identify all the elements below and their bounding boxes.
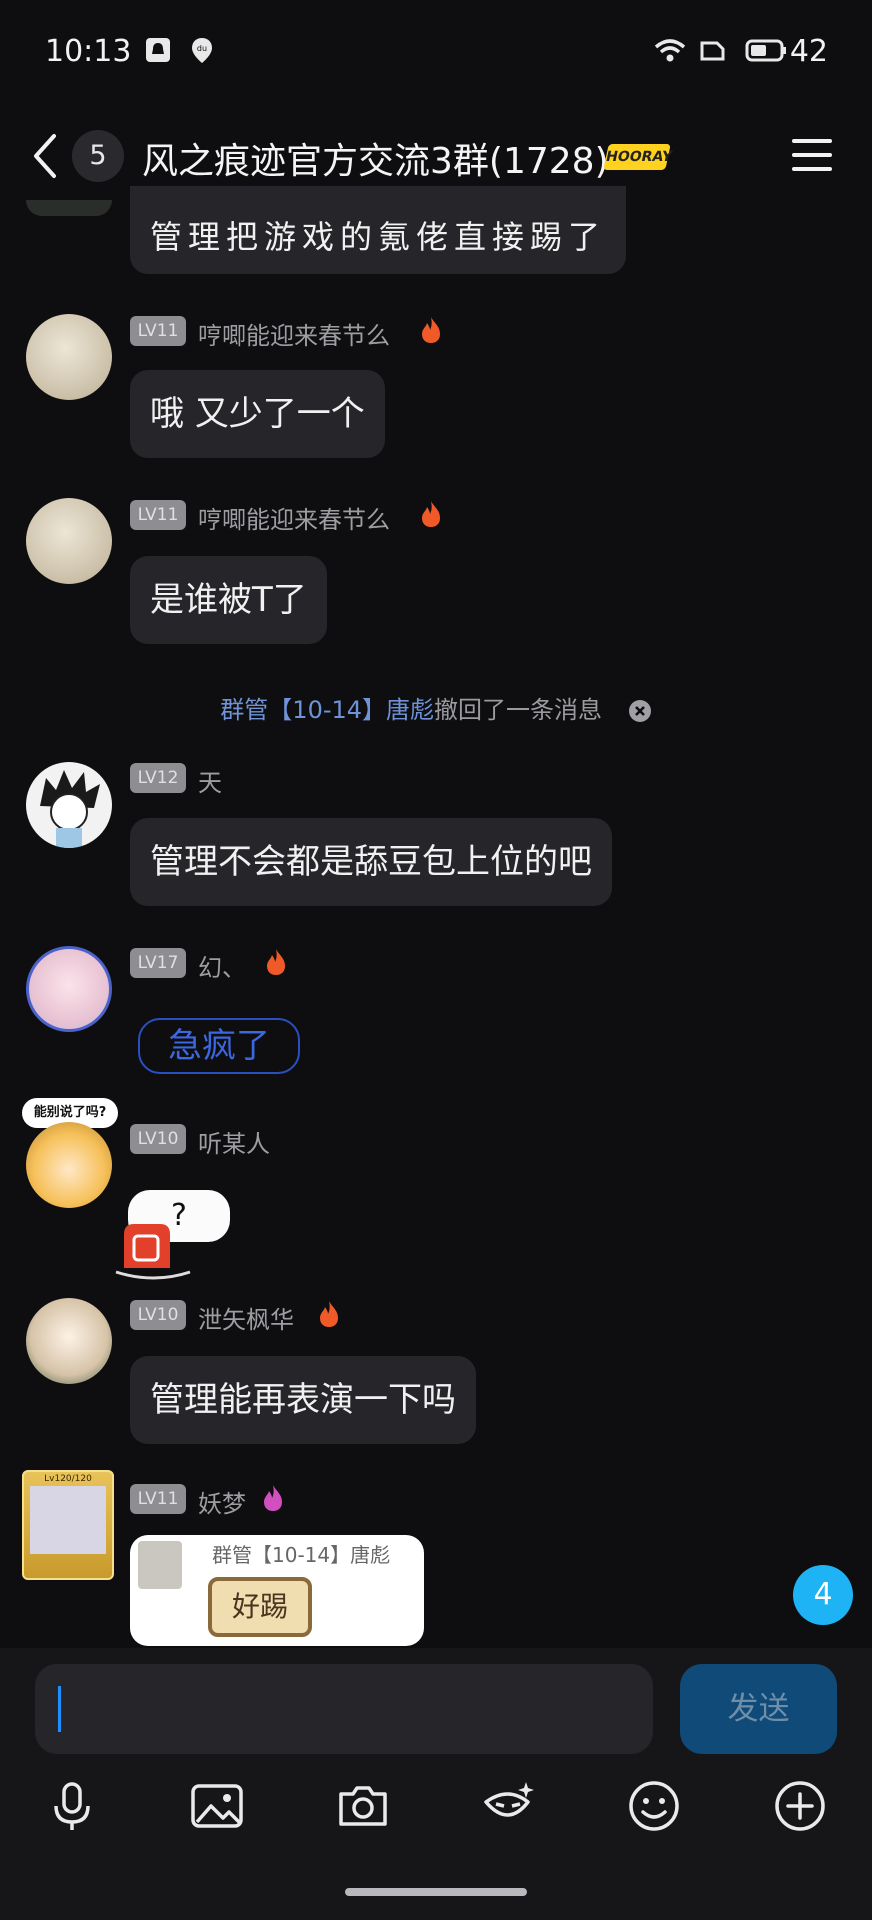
fire-icon [267,949,285,975]
avatar-badge: Lv120/120 [44,1474,92,1484]
location-icon: du [192,38,212,63]
fire-icon [422,317,440,343]
new-messages-badge[interactable]: 4 [793,1565,853,1625]
sender-name[interactable]: 妖梦 [198,1484,246,1519]
recall-text: 撤回了一条消息 [434,696,603,724]
avatar[interactable] [26,946,112,1032]
sender-name[interactable]: 幻、 [198,948,246,983]
message-bubble[interactable]: 哦 又少了一个 [130,370,385,458]
avatar[interactable] [26,1298,112,1384]
level-badge: LV11 [130,500,186,530]
avatar[interactable] [26,762,112,848]
fire-icon [320,1301,338,1327]
battery-level: 42 [789,34,828,69]
level-badge: LV10 [130,1300,186,1330]
image-sticker-text: 好踢 [208,1577,312,1637]
avatar[interactable] [26,200,112,216]
sender-name[interactable]: 天 [198,763,222,798]
dismiss-icon[interactable] [628,699,652,723]
bubble-sticker-text[interactable]: 急疯了 [138,1018,300,1074]
avatar[interactable] [26,498,112,584]
text-caret [58,1686,61,1732]
level-badge: LV11 [130,1484,186,1514]
svg-text:du: du [197,44,207,53]
plus-icon[interactable] [770,1776,830,1836]
vip-tag: HOORAY [603,144,674,170]
recall-notice: 群管【10-14】唐彪撤回了一条消息 [0,690,872,725]
message-bubble[interactable]: 管理把游戏的氪佬直接踢了 [130,186,627,274]
sender-name[interactable]: 哼唧能迎来春节么 [198,316,390,351]
notification-icon [146,38,170,62]
menu-icon[interactable] [790,135,834,175]
fire-icon [422,501,440,527]
chat-title[interactable]: 风之痕迹官方交流3群(1728) [142,132,609,184]
avatar-frame[interactable]: Lv120/120 [22,1470,114,1580]
unread-count-badge[interactable]: 5 [72,130,124,182]
level-badge: LV12 [130,763,186,793]
fire-icon [264,1485,282,1511]
level-badge: LV10 [130,1124,186,1154]
image-caption: 群管【10-14】唐彪 [212,1543,391,1567]
message-bubble[interactable]: 管理能再表演一下吗 [130,1356,476,1444]
level-badge: LV11 [130,316,186,346]
camera-icon[interactable] [333,1776,393,1836]
avatar[interactable] [26,1122,112,1208]
status-time: 10:13 [45,34,132,69]
battery-icon [745,39,786,62]
image-icon[interactable] [187,1776,247,1836]
message-input[interactable] [35,1664,653,1754]
admin-link[interactable]: 群管【10-14】唐彪 [220,696,434,724]
sender-name[interactable]: 听某人 [198,1124,270,1159]
home-indicator[interactable] [345,1888,527,1896]
level-badge: LV17 [130,948,186,978]
send-button[interactable]: 发送 [680,1664,837,1754]
sim-icon [700,41,725,61]
avatar[interactable] [26,314,112,400]
image-thumbnail [138,1541,182,1589]
sticker-icon[interactable] [478,1776,538,1836]
wifi-icon [654,39,686,62]
message-bubble[interactable]: 是谁被T了 [130,556,327,644]
microphone-icon[interactable] [42,1776,102,1836]
back-arrow-icon[interactable] [28,132,62,180]
sender-name[interactable]: 哼唧能迎来春节么 [198,500,390,535]
bag-sticker-icon [115,1224,191,1280]
emoji-icon[interactable] [624,1776,684,1836]
sender-name[interactable]: 泄矢枫华 [198,1300,294,1335]
image-message[interactable]: 群管【10-14】唐彪 好踢 [130,1535,424,1646]
message-bubble[interactable]: 管理不会都是舔豆包上位的吧 [130,818,612,906]
